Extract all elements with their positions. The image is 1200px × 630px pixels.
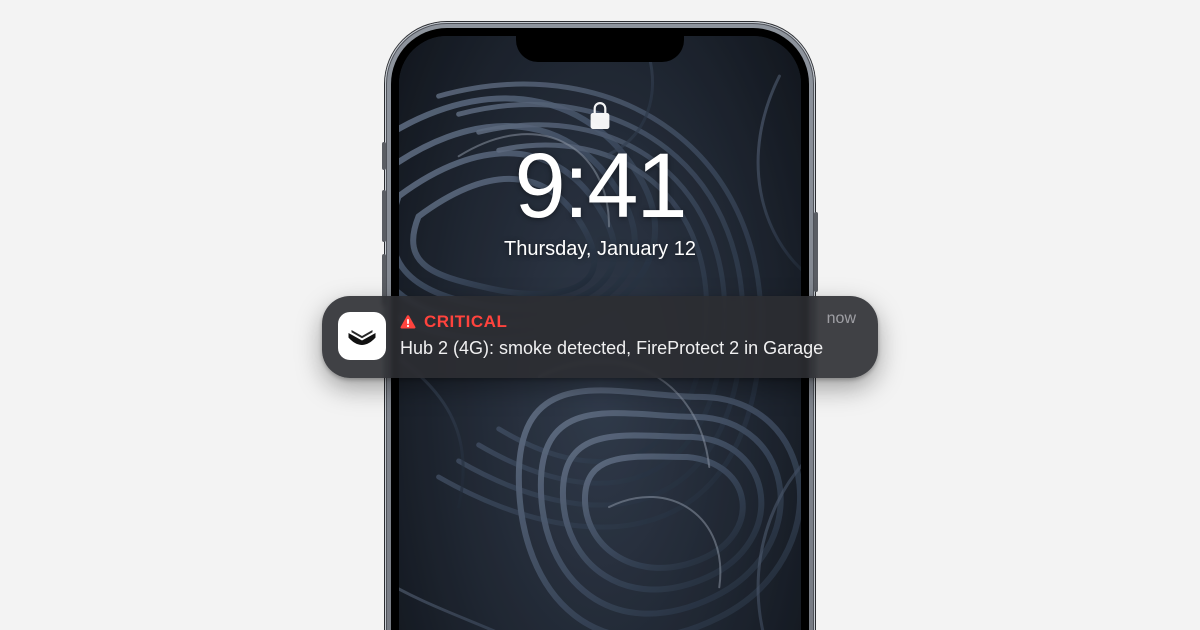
warning-triangle-icon [400, 314, 416, 330]
notification-message: Hub 2 (4G): smoke detected, FireProtect … [400, 336, 858, 360]
lock-icon [589, 102, 611, 130]
notification-body: CRITICAL Hub 2 (4G): smoke detected, Fir… [400, 312, 858, 360]
notification-severity: CRITICAL [424, 312, 507, 332]
display-notch [516, 28, 684, 62]
mute-switch[interactable] [382, 142, 386, 170]
volume-up-button[interactable] [382, 190, 386, 242]
app-icon [338, 312, 386, 360]
lock-screen-date: Thursday, January 12 [504, 238, 696, 261]
power-button[interactable] [814, 212, 818, 292]
notification-banner[interactable]: CRITICAL Hub 2 (4G): smoke detected, Fir… [322, 296, 878, 378]
lock-screen-time: 9:41 [514, 140, 685, 232]
notification-time: now [827, 310, 856, 328]
